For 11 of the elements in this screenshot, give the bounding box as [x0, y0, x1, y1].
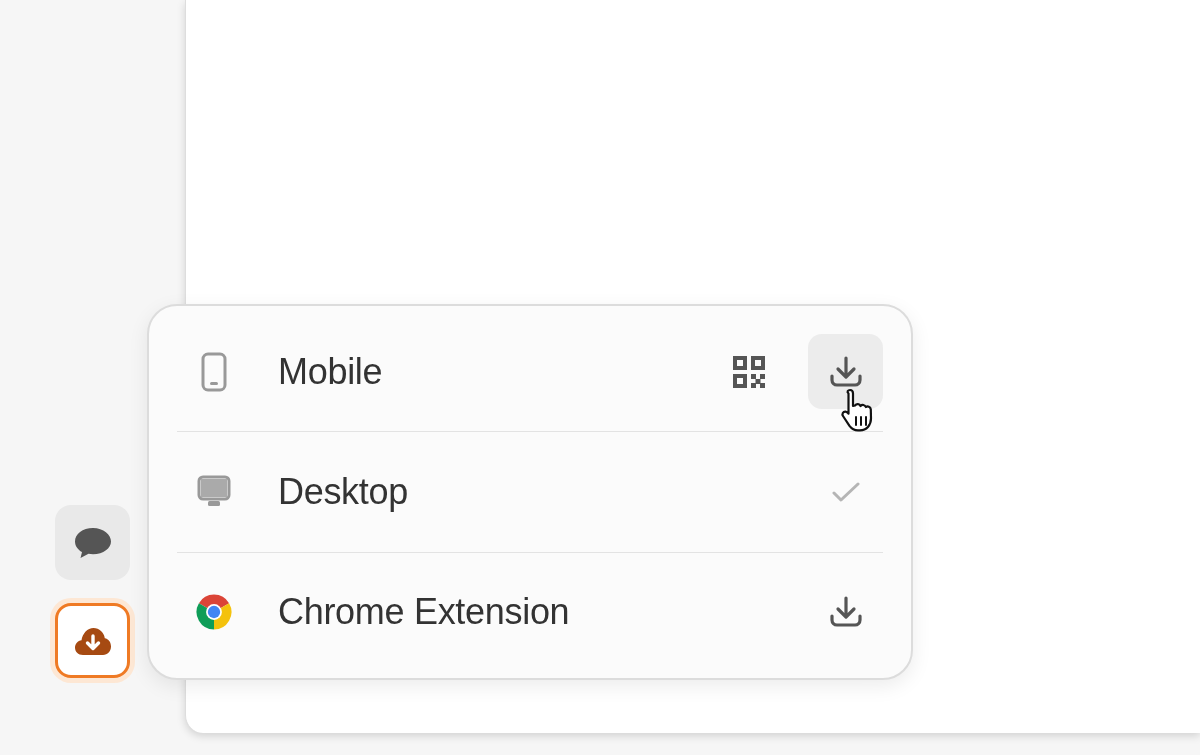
menu-label[interactable]: Chrome Extension [278, 591, 570, 634]
download-icon [828, 596, 863, 629]
chat-button[interactable] [55, 505, 130, 580]
browser-logo-icon [195, 593, 233, 632]
menu-label[interactable]: Mobile [278, 350, 383, 393]
menu-label[interactable]: Desktop [278, 471, 408, 513]
qr-code-icon [731, 354, 766, 389]
check-icon [831, 482, 860, 502]
monitor-icon [197, 475, 231, 509]
phone-icon [201, 351, 227, 392]
download-icon [828, 355, 863, 388]
